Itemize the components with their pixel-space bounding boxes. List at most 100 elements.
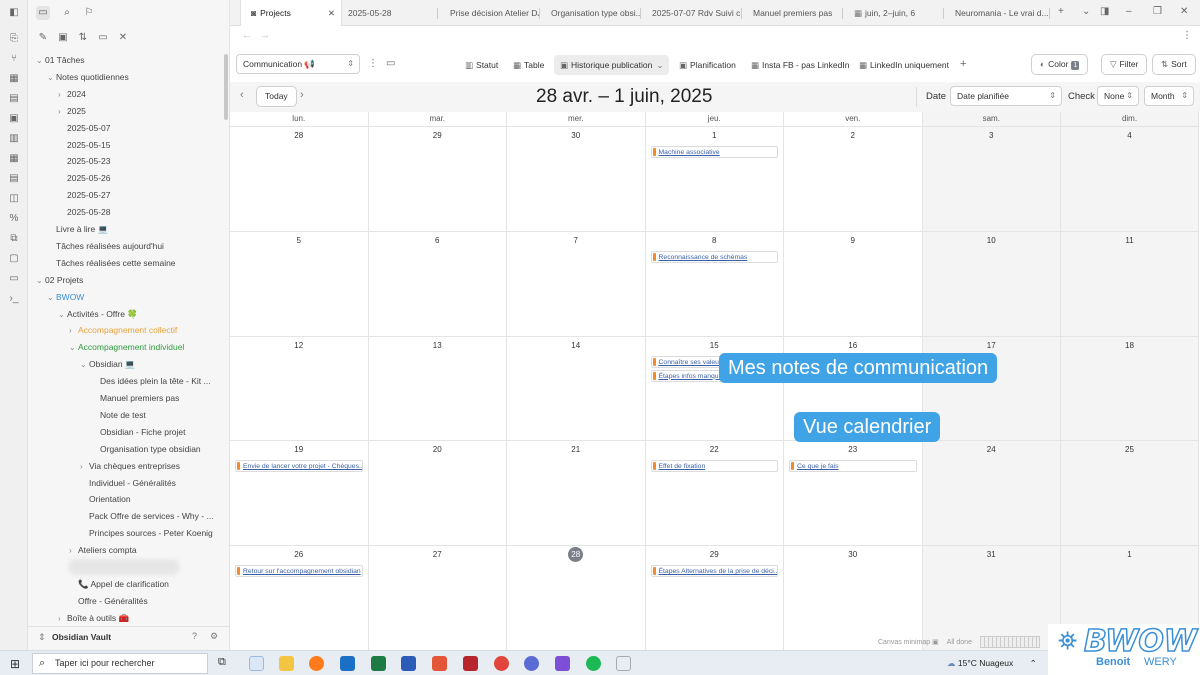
terminal-icon[interactable]: ›_ — [7, 292, 21, 306]
tree-item[interactable] — [69, 559, 179, 575]
day-cell[interactable]: 1 — [645, 126, 784, 231]
day-cell[interactable]: 13 — [368, 335, 507, 441]
day-cell[interactable]: 21 — [507, 440, 646, 546]
help-icon[interactable]: ? — [192, 631, 204, 643]
vault-switcher[interactable]: ⇕ Obsidian Vault ? ⚙ — [28, 626, 230, 648]
calendar-event[interactable]: Machine associative — [650, 146, 778, 158]
view-insta-fb[interactable]: ▦ Insta FB - pas LinkedIn — [745, 55, 855, 75]
view-linkedin[interactable]: ▦ LinkedIn uniquement — [853, 55, 955, 75]
prev-month-arrow-icon[interactable]: ‹ — [240, 89, 244, 101]
open-quick-switcher-icon[interactable]: ⎘ — [7, 32, 21, 46]
forward-arrow-icon[interactable]: → — [260, 30, 270, 41]
view-planification[interactable]: ▣ Planification — [673, 55, 742, 75]
sidebar-toggle-icon[interactable]: ◧ — [7, 6, 21, 20]
day-cell[interactable]: 14 — [507, 335, 646, 441]
day-cell[interactable]: 6 — [368, 230, 507, 336]
tree-item[interactable]: Organisation type obsidian — [91, 441, 201, 457]
project-select[interactable]: Communication 📢 ⇕ — [236, 54, 360, 74]
toggle-right-sidebar-icon[interactable]: ◨ — [1100, 6, 1109, 17]
tree-item[interactable]: 📞 Appel de clarification — [69, 576, 169, 592]
day-cell[interactable]: 27 — [368, 545, 507, 650]
back-arrow-icon[interactable]: ← — [242, 30, 252, 41]
file-icon[interactable]: ▭ — [7, 272, 21, 286]
tree-item[interactable]: ⌄ 01 Tâches — [36, 52, 85, 68]
color-button[interactable]: ◐ Color 1 — [1031, 54, 1089, 75]
day-cell[interactable]: 2 — [784, 126, 923, 231]
search-icon[interactable]: ⌕ — [60, 6, 74, 20]
day-cell[interactable]: 28 — [507, 545, 646, 650]
day-cell[interactable]: 29 — [368, 126, 507, 231]
new-folder-icon[interactable]: ▣ — [56, 32, 70, 46]
day-cell[interactable]: 4 — [1061, 126, 1199, 231]
check-select[interactable]: None ⇕ — [1097, 86, 1139, 106]
restore-icon[interactable]: ❐ — [1153, 6, 1162, 17]
folder-icon[interactable]: ▭ — [36, 6, 50, 20]
tab-juin[interactable]: ▦ juin, 2–juin, 6 — [844, 0, 944, 26]
bookmark-icon[interactable]: ⚐ — [82, 6, 96, 20]
more-vertical-icon[interactable]: ⋮ — [368, 58, 378, 69]
copy-icon[interactable]: ⧉ — [7, 232, 21, 246]
edge-icon[interactable] — [249, 656, 264, 671]
snipping-tool-icon[interactable] — [616, 656, 631, 671]
xmind-icon[interactable] — [432, 656, 447, 671]
tree-item[interactable]: Des idées plein la tête - Kit ... — [91, 373, 211, 389]
tree-item[interactable]: ⌄ 02 Projets — [36, 272, 83, 288]
day-cell[interactable]: 31 — [922, 545, 1061, 650]
day-cell[interactable]: 30 — [507, 126, 646, 231]
day-cell[interactable]: 25 — [1061, 440, 1199, 546]
day-cell[interactable]: 17 — [922, 335, 1061, 441]
table-icon[interactable]: ▦ — [7, 152, 21, 166]
obsidian-icon[interactable] — [555, 656, 570, 671]
tab-neuromania[interactable]: Neuromania - Le vrai d... — [945, 0, 1050, 26]
percent-icon[interactable]: % — [7, 212, 21, 226]
calendar-event[interactable]: Effet de fixation — [650, 460, 778, 473]
chrome-icon[interactable] — [494, 656, 509, 671]
tree-item[interactable]: › Ateliers compta — [69, 542, 137, 558]
graph-view-icon[interactable]: ⑂ — [7, 52, 21, 66]
database-icon[interactable]: ▤ — [7, 172, 21, 186]
tree-item[interactable]: Orientation — [80, 491, 131, 507]
tab-projects[interactable]: ◙ Projects ✕ — [240, 0, 342, 26]
tree-item[interactable]: Livre à lire 💻 — [47, 221, 108, 237]
view-historique-publication[interactable]: ▣ Historique publication ⌄ — [554, 55, 670, 75]
tree-item[interactable]: 2025-05-15 — [58, 137, 110, 153]
access-icon[interactable] — [463, 656, 478, 671]
taskbar-search-input[interactable]: ⌕ Taper ici pour rechercher — [32, 653, 208, 674]
tree-item[interactable]: Pack Offre de services - Why - ... — [80, 508, 214, 524]
tree-item[interactable]: Manuel premiers pas — [91, 390, 179, 406]
tree-item[interactable]: ⌄ Activités - Offre 🍀 — [58, 306, 138, 322]
tab-manuel[interactable]: Manuel premiers pas — [743, 0, 843, 26]
tree-item[interactable]: ⌄ BWOW — [47, 289, 84, 305]
day-cell[interactable]: 10 — [922, 230, 1061, 336]
firefox-icon[interactable] — [309, 656, 324, 671]
tree-item[interactable]: Obsidian - Fiche projet — [91, 424, 186, 440]
add-view-icon[interactable]: + — [960, 58, 966, 70]
tree-item[interactable]: 2025-05-26 — [58, 170, 110, 186]
day-cell[interactable]: 30 — [784, 545, 923, 650]
tree-item[interactable]: 2025-05-07 — [58, 120, 110, 136]
sidebar-scrollbar[interactable] — [224, 54, 228, 120]
tree-item[interactable]: Principes sources - Peter Koenig — [80, 525, 213, 541]
tree-item[interactable]: › Boîte à outils 🧰 — [58, 610, 129, 622]
settings-gear-icon[interactable]: ⚙ — [210, 631, 222, 643]
projects-icon[interactable]: ◫ — [7, 192, 21, 206]
tree-item[interactable]: › 2025 — [58, 103, 86, 119]
filter-button[interactable]: ▽ Filter — [1101, 54, 1148, 75]
day-cell[interactable]: 20 — [368, 440, 507, 546]
day-cell[interactable]: 28 — [230, 126, 369, 231]
tab-prise-decision[interactable]: Prise décision Atelier DJ — [440, 0, 540, 26]
calendar-event[interactable]: Retour sur l'accompagnement obsidian — [235, 565, 363, 578]
new-tab-icon[interactable]: + — [1058, 6, 1064, 17]
tab-rdv-suivi[interactable]: 2025-07-07 Rdv Suivi c... — [642, 0, 742, 26]
day-cell[interactable]: 15 — [645, 335, 784, 441]
collapse-all-icon[interactable]: ▭ — [96, 32, 110, 46]
calendar-event[interactable]: Ce que je fais — [789, 460, 917, 473]
template-icon[interactable]: ▢ — [7, 252, 21, 266]
weather-widget[interactable]: ☁ 15°C Nuageux ⌃ — [947, 658, 1037, 669]
day-cell[interactable]: 12 — [230, 335, 369, 441]
sort-button[interactable]: ⇅ Sort — [1152, 54, 1196, 75]
day-cell[interactable]: 8 — [645, 230, 784, 336]
next-month-arrow-icon[interactable]: › — [300, 89, 304, 101]
day-cell[interactable]: 3 — [922, 126, 1061, 231]
day-cell[interactable]: 23 — [784, 440, 923, 546]
